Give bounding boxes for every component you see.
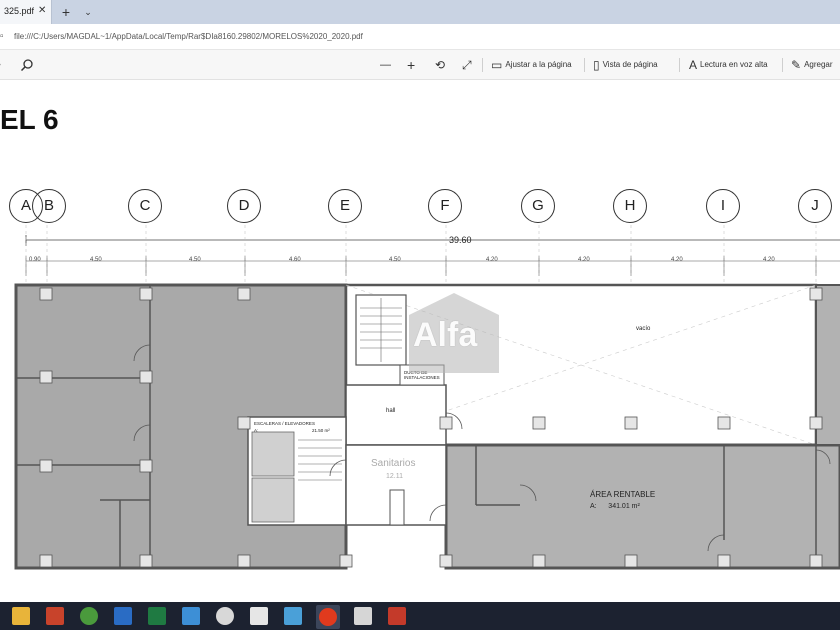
fit-page-button[interactable]: ▭ Ajustar a la página — [491, 57, 572, 73]
fullscreen-button[interactable]: ⤢ — [462, 57, 472, 73]
dimension-label: 4.50 — [189, 257, 201, 263]
excel-icon[interactable] — [148, 607, 166, 625]
acrobat-icon[interactable] — [388, 607, 406, 625]
dimension-label: 4.20 — [763, 257, 775, 263]
zoom-out-button[interactable]: — — [380, 57, 391, 73]
opera-active-tab[interactable] — [316, 605, 340, 629]
file-explorer-icon[interactable] — [12, 607, 30, 625]
total-dimension: 39.60 — [449, 235, 472, 245]
dimension-label: 4.20 — [578, 257, 590, 263]
hall-label: hall — [386, 408, 396, 414]
toc-icon[interactable]: ◦ — [0, 57, 1, 73]
address-bar[interactable]: ▫ file:///C:/Users/MAGDAL~1/AppData/Loca… — [0, 24, 840, 50]
annotate-button[interactable]: ✎ Agregar — [791, 57, 833, 73]
pdf-page: EL 6 A B C D E F G H I J 39.60 0.90 4.50… — [0, 80, 840, 602]
tab-close-icon[interactable]: ✕ — [38, 5, 46, 16]
stairs-area-prefix: A: — [254, 428, 259, 433]
page-view-icon: ▯ — [593, 58, 600, 72]
restrooms-area: 12.11 — [386, 473, 403, 480]
fit-page-icon: ▭ — [491, 58, 503, 72]
chrome-icon[interactable] — [80, 607, 98, 625]
page-view-label: Vista de página — [602, 60, 658, 70]
restrooms-label: Sanitarios — [371, 458, 416, 469]
url-text[interactable]: file:///C:/Users/MAGDAL~1/AppData/Local/… — [14, 32, 363, 41]
files-icon[interactable] — [284, 607, 302, 625]
toolbar-divider — [584, 58, 585, 72]
powerpoint-icon[interactable] — [46, 607, 64, 625]
store-icon[interactable] — [250, 607, 268, 625]
rentable-area-prefix: A: — [590, 503, 597, 510]
watermark-text: Alfa — [413, 316, 478, 354]
rentable-area-label: ÁREA RENTABLE — [590, 490, 656, 499]
read-aloud-icon: A — [689, 58, 698, 72]
page-icon: ▫ — [0, 31, 4, 42]
stairs-label: ESCALERAS / ELEVADORES — [254, 421, 315, 426]
toolbar-divider — [679, 58, 680, 72]
read-aloud-label: Lectura en voz alta — [700, 60, 768, 70]
page-view-button[interactable]: ▯ Vista de página — [593, 57, 658, 73]
dimension-label: 4.50 — [90, 257, 102, 263]
read-aloud-button[interactable]: A Lectura en voz alta — [689, 57, 768, 73]
dimension-label: 4.20 — [486, 257, 498, 263]
zoom-in-button[interactable]: + — [407, 57, 415, 73]
taskbar — [0, 602, 840, 630]
dimension-label: 0.90 — [29, 257, 41, 263]
rotate-button[interactable]: ⟲ — [435, 57, 445, 73]
dimension-label: 4.50 — [389, 257, 401, 263]
tab-pdf[interactable]: 325.pdf ✕ — [0, 0, 52, 24]
new-tab-button[interactable]: + — [56, 3, 76, 21]
tab-strip: 325.pdf ✕ + ⌄ — [0, 0, 840, 24]
cleaner-icon[interactable] — [216, 607, 234, 625]
search-icon[interactable] — [20, 58, 34, 72]
opera-icon — [319, 608, 337, 626]
media-icon[interactable] — [354, 607, 372, 625]
annotate-label: Agregar — [804, 60, 833, 70]
pen-icon: ✎ — [791, 58, 802, 72]
toolbar-divider — [482, 58, 483, 72]
fit-page-label: Ajustar a la página — [505, 60, 572, 70]
tab-title: 325.pdf — [4, 6, 35, 16]
photos-icon[interactable] — [182, 607, 200, 625]
rentable-area-value: A: 341.01 m² — [590, 503, 640, 510]
dimension-label: 4.60 — [289, 257, 301, 263]
pdf-toolbar: ◦ — + ⟲ ⤢ ▭Ajustar a la página ▯Vista de… — [0, 50, 840, 80]
void-label: vacío — [636, 326, 651, 332]
dimension-label: 4.20 — [671, 257, 683, 263]
toolbar-divider — [782, 58, 783, 72]
rentable-area-number: 341.01 m² — [608, 503, 640, 510]
tab-list-button[interactable]: ⌄ — [80, 3, 96, 21]
stairs-area: 21.50 m² — [312, 428, 330, 433]
outlook-icon[interactable] — [114, 607, 132, 625]
